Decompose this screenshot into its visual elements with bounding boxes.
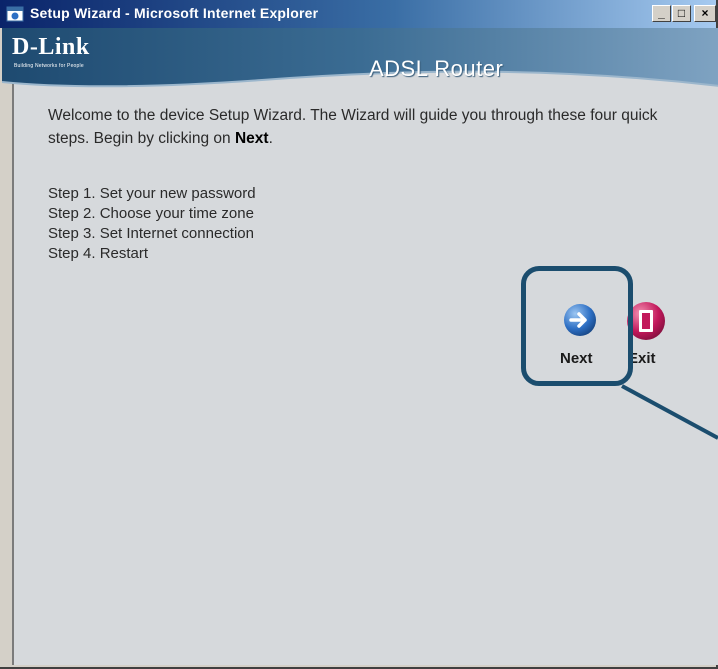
dlink-logo: D-Link Building Networks for People — [2, 28, 142, 78]
brand-tagline: Building Networks for People — [14, 63, 84, 69]
welcome-text-end: . — [268, 130, 273, 147]
title-bar[interactable]: Setup Wizard - Microsoft Internet Explor… — [0, 0, 716, 28]
maximize-button[interactable]: □ — [672, 5, 691, 22]
internet-explorer-icon — [6, 6, 24, 22]
step-item: Step 4. Restart — [48, 245, 149, 262]
welcome-text-main: Welcome to the device Setup Wizard. The … — [48, 107, 658, 147]
welcome-text-next-emphasis: Next — [234, 130, 269, 147]
browser-window: Setup Wizard - Microsoft Internet Explor… — [0, 0, 718, 669]
close-button[interactable]: × — [694, 5, 716, 22]
product-title: ADSL Router — [369, 56, 504, 81]
step-item: Step 3. Set Internet connection — [48, 225, 254, 242]
brand-name: D-Link — [12, 34, 90, 60]
window-title: Setup Wizard - Microsoft Internet Explor… — [30, 5, 319, 21]
step-item: Step 2. Choose your time zone — [48, 205, 254, 222]
step-item: Step 1. Set your new password — [48, 185, 256, 202]
steps-list: Step 1. Set your new password Step 2. Ch… — [48, 184, 256, 264]
welcome-text: Welcome to the device Setup Wizard. The … — [48, 104, 668, 150]
minimize-button[interactable]: _ — [652, 5, 671, 22]
callout-leader-line — [621, 384, 718, 440]
